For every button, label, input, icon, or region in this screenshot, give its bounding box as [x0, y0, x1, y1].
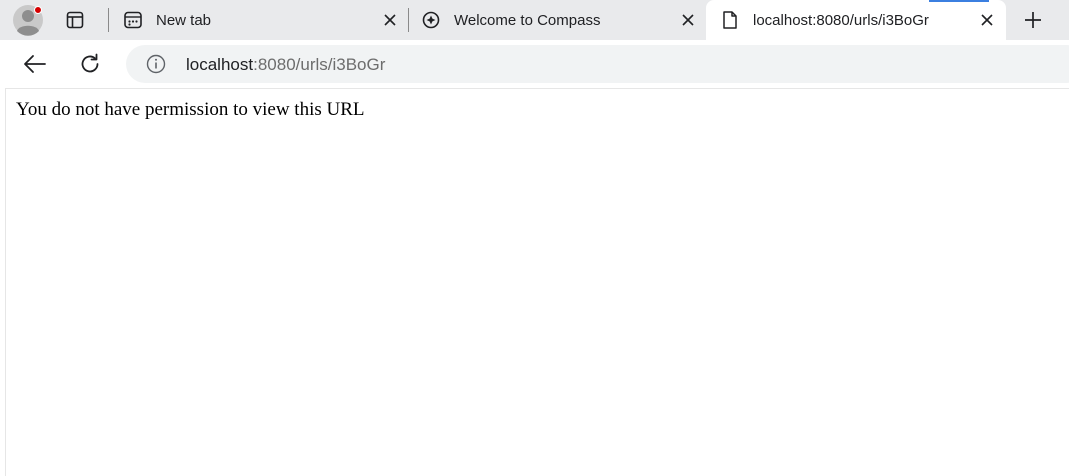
browser-toolbar: localhost:8080/urls/i3BoGr: [0, 40, 1069, 88]
compass-icon: [422, 11, 440, 29]
tab-new-tab[interactable]: New tab: [124, 0, 406, 40]
tab-title: New tab: [156, 12, 212, 29]
tab-title: localhost:8080/urls/i3BoGr: [753, 12, 929, 29]
new-tab-icon: [124, 11, 142, 29]
close-icon[interactable]: [383, 13, 397, 27]
permission-error-message: You do not have permission to view this …: [16, 99, 365, 120]
site-info-icon[interactable]: [146, 54, 166, 74]
reload-icon: [81, 53, 99, 73]
url-host: localhost: [186, 55, 254, 74]
tab-localhost-url[interactable]: localhost:8080/urls/i3BoGr: [706, 0, 1006, 40]
back-button[interactable]: [21, 50, 49, 78]
tab-strip: New tab Welcome to Compass localhost:808…: [0, 0, 1069, 40]
plus-icon: [1025, 12, 1041, 28]
workspaces-icon: [66, 11, 84, 29]
close-icon[interactable]: [681, 13, 695, 27]
tab-separator: [108, 8, 109, 32]
new-tab-button[interactable]: [1020, 7, 1046, 33]
active-tab-indicator: [929, 0, 989, 2]
address-bar[interactable]: localhost:8080/urls/i3BoGr: [126, 45, 1069, 83]
tab-separator: [408, 8, 409, 32]
profile-notification-badge: [34, 6, 42, 14]
tab-welcome-to-compass[interactable]: Welcome to Compass: [422, 0, 704, 40]
reload-button[interactable]: [76, 50, 104, 78]
page-content: You do not have permission to view this …: [5, 88, 1069, 476]
arrow-left-icon: [24, 55, 46, 73]
address-bar-url[interactable]: localhost:8080/urls/i3BoGr: [186, 55, 385, 75]
document-icon: [721, 11, 739, 29]
workspaces-button[interactable]: [62, 8, 88, 32]
close-icon[interactable]: [980, 13, 994, 27]
tab-title: Welcome to Compass: [454, 12, 601, 29]
url-path: :8080/urls/i3BoGr: [253, 55, 386, 74]
